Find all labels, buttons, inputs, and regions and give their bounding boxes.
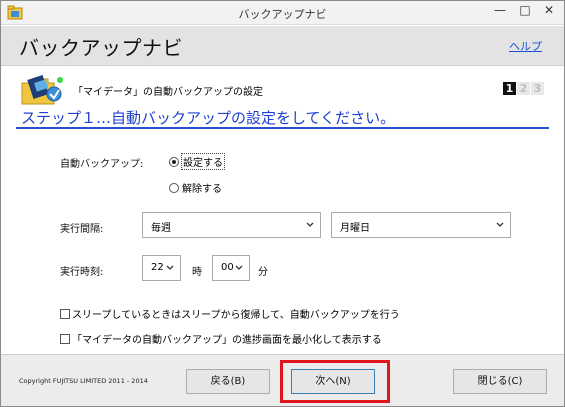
app-title: バックアップナビ <box>19 36 183 60</box>
frequency-select[interactable]: 毎週 <box>142 212 321 238</box>
day-value: 月曜日 <box>340 223 370 234</box>
close-icon[interactable]: ✕ <box>534 1 564 21</box>
auto-backup-label: 自動バックアップ: <box>60 159 144 170</box>
minute-select[interactable]: 00 <box>212 255 250 281</box>
auto-backup-on-radio[interactable]: 設定する <box>169 153 225 170</box>
frequency-value: 毎週 <box>151 223 171 234</box>
wake-from-sleep-checkbox[interactable]: スリープしているときはスリープから復帰して、自動バックアップを行う <box>60 306 400 321</box>
back-button[interactable]: 戻る(B) <box>186 369 270 394</box>
copyright-text: Copyright FUJITSU LIMITED 2011 - 2014 <box>19 377 148 385</box>
auto-backup-off-radio[interactable]: 解除する <box>169 180 222 195</box>
radio-label: 設定する <box>181 153 225 170</box>
section-title: 「マイデータ」の自動バックアップの設定 <box>73 87 263 98</box>
step-3-indicator: 3 <box>531 82 544 95</box>
title-bar[interactable]: バックアップナビ — □ ✕ <box>1 1 564 25</box>
close-button[interactable]: 閉じる(C) <box>453 369 547 394</box>
app-window: バックアップナビ — □ ✕ バックアップナビ ヘルプ 「マイデータ」の自動バッ… <box>0 0 565 407</box>
minute-value: 00 <box>221 262 234 273</box>
hour-select[interactable]: 22 <box>142 255 181 281</box>
step-heading: ステップ１…自動バックアップの設定をしてください。 <box>21 109 396 127</box>
app-header: バックアップナビ ヘルプ <box>1 26 564 66</box>
chevron-down-icon <box>496 222 504 227</box>
hour-unit-label: 時 <box>192 267 202 278</box>
minimize-progress-checkbox[interactable]: 「マイデータの自動バックアップ」の進捗画面を最小化して表示する <box>60 331 382 346</box>
minimize-icon[interactable]: — <box>486 1 514 21</box>
radio-dot <box>169 156 179 167</box>
checkbox-box <box>60 308 70 319</box>
help-link[interactable]: ヘルプ <box>509 38 542 54</box>
checkbox-box <box>60 333 70 344</box>
chevron-down-icon <box>306 222 314 227</box>
hour-value: 22 <box>151 262 164 273</box>
step-1-indicator: 1 <box>503 82 516 95</box>
backup-folder-icon <box>21 75 63 105</box>
step-2-indicator: 2 <box>517 82 530 95</box>
run-time-label: 実行時刻: <box>60 267 104 278</box>
checkbox-label: スリープしているときはスリープから復帰して、自動バックアップを行う <box>72 310 400 321</box>
minute-unit-label: 分 <box>258 267 268 278</box>
day-select[interactable]: 月曜日 <box>331 212 511 238</box>
window-title: バックアップナビ <box>238 8 327 21</box>
chevron-down-icon <box>166 265 174 270</box>
step-indicator: 123 <box>503 82 545 95</box>
chevron-down-icon <box>235 265 243 270</box>
radio-dot <box>169 182 179 193</box>
radio-label: 解除する <box>182 184 222 195</box>
next-button-highlight <box>280 360 390 403</box>
step-divider <box>16 127 549 129</box>
interval-label: 実行間隔: <box>60 224 104 235</box>
checkbox-label: 「マイデータの自動バックアップ」の進捗画面を最小化して表示する <box>72 335 382 346</box>
